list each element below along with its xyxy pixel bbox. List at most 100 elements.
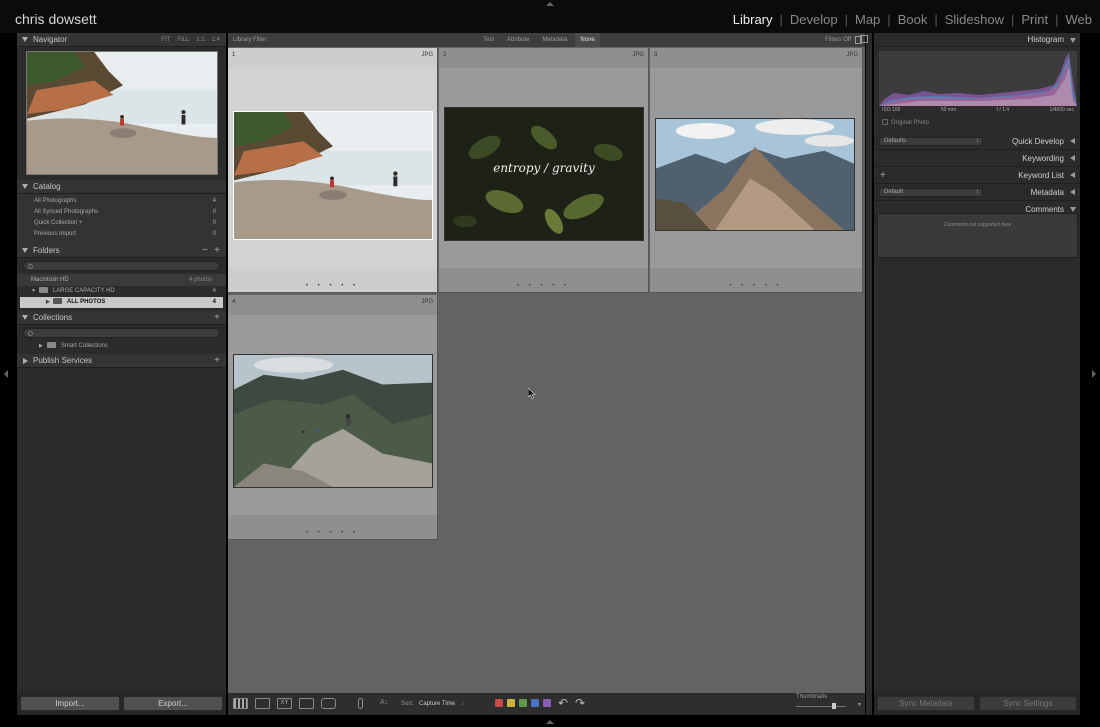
- rating-dots[interactable]: • • • • •: [228, 283, 437, 289]
- label-purple-icon[interactable]: [543, 699, 551, 707]
- collections-panel: Collections + ▶ Smart Collections: [17, 311, 226, 352]
- collections-header[interactable]: Collections +: [17, 311, 226, 325]
- sync-settings-button[interactable]: Sync Settings: [979, 696, 1077, 711]
- toolbar-menu-icon[interactable]: ▾: [858, 701, 861, 708]
- filter-status-dropdown[interactable]: Filters Off: [825, 33, 851, 47]
- loupe-view-icon[interactable]: [255, 698, 270, 709]
- quick-develop-header[interactable]: Defaults Quick Develop: [874, 133, 1080, 150]
- cell-index: 2: [443, 52, 447, 58]
- keywording-header[interactable]: Keywording: [874, 150, 1080, 167]
- quick-develop-title: Quick Develop: [1011, 137, 1064, 146]
- collapse-triangle-icon: [22, 315, 28, 320]
- module-web[interactable]: Web: [1066, 12, 1093, 27]
- grid-cell[interactable]: 2 JPG entropy / gravity • • • • •: [439, 48, 649, 293]
- folder-search-input[interactable]: [23, 261, 220, 271]
- export-button[interactable]: Export...: [123, 696, 223, 711]
- add-folder-icon[interactable]: +: [214, 244, 220, 258]
- navigator-header[interactable]: Navigator FIT FILL 1:1 1:4: [17, 33, 226, 47]
- grid-cell[interactable]: 1 JPG • • • • •: [228, 48, 438, 293]
- histogram-graph: [879, 51, 1077, 106]
- people-view-icon[interactable]: [321, 698, 336, 709]
- catalog-item[interactable]: Quick Collection + 0: [17, 218, 226, 229]
- import-button[interactable]: Import...: [20, 696, 120, 711]
- bottom-panel-toggle-icon[interactable]: [546, 720, 554, 724]
- panel-lock-icon[interactable]: [860, 35, 868, 43]
- module-develop[interactable]: Develop: [790, 12, 838, 27]
- right-panel-toggle-icon[interactable]: [1092, 370, 1096, 378]
- keyword-list-header[interactable]: + Keyword List: [874, 167, 1080, 184]
- folder-item-label: LARGE CAPACITY HD: [52, 288, 115, 294]
- filter-tab-attribute[interactable]: Attribute: [502, 33, 534, 47]
- grid-view-icon[interactable]: [233, 698, 248, 709]
- remove-folder-icon[interactable]: −: [202, 244, 208, 258]
- spray-can-icon[interactable]: [358, 698, 363, 709]
- thumbnail-leaves[interactable]: entropy / gravity: [444, 107, 644, 241]
- add-collection-icon[interactable]: +: [214, 311, 220, 325]
- thumbnail-hikers[interactable]: [233, 354, 433, 488]
- zoom-1-4[interactable]: 1:4: [212, 33, 220, 47]
- catalog-item[interactable]: Previous Import 0: [17, 229, 226, 240]
- add-keyword-icon[interactable]: +: [880, 167, 886, 184]
- grid-cell[interactable]: 4 JPG • • • • •: [228, 295, 438, 540]
- metadata-header[interactable]: Default Metadata: [874, 184, 1080, 201]
- expand-triangle-icon: ▶: [39, 343, 43, 349]
- folder-item-count: 4: [212, 299, 216, 305]
- module-slideshow[interactable]: Slideshow: [945, 12, 1004, 27]
- right-panel-splitter[interactable]: [866, 33, 872, 715]
- folder-item-selected[interactable]: ▶ ALL PHOTOS 4: [20, 297, 223, 308]
- module-book[interactable]: Book: [898, 12, 928, 27]
- catalog-item[interactable]: All Photographs 4: [17, 196, 226, 207]
- folder-item[interactable]: ▼ LARGE CAPACITY HD 4: [17, 286, 226, 297]
- label-green-icon[interactable]: [519, 699, 527, 707]
- module-separator: |: [887, 12, 891, 27]
- zoom-fill[interactable]: FILL: [177, 33, 189, 47]
- grid-cell[interactable]: 3 JPG • • • • •: [650, 48, 863, 293]
- folders-header[interactable]: Folders − +: [17, 244, 226, 258]
- thumbnail-beach[interactable]: [233, 111, 433, 240]
- compare-view-icon[interactable]: XY: [277, 698, 292, 709]
- module-library[interactable]: Library: [733, 12, 773, 27]
- original-photo-toggle[interactable]: Original Photo: [882, 119, 929, 126]
- collection-item-label: Smart Collections: [60, 343, 108, 349]
- navigator-preview[interactable]: [26, 51, 218, 175]
- volume-row[interactable]: Macintosh HD 4 photos: [17, 274, 226, 286]
- comments-box[interactable]: Comments not supported here: [877, 213, 1078, 258]
- module-map[interactable]: Map: [855, 12, 880, 27]
- catalog-header[interactable]: Catalog: [17, 180, 226, 194]
- module-print[interactable]: Print: [1021, 12, 1048, 27]
- collection-item[interactable]: ▶ Smart Collections: [17, 341, 226, 352]
- zoom-fit[interactable]: FIT: [161, 33, 170, 47]
- publish-header[interactable]: Publish Services +: [17, 354, 226, 368]
- rotate-right-icon[interactable]: ↷: [575, 696, 585, 710]
- histogram-header[interactable]: Histogram: [874, 33, 1080, 47]
- catalog-item[interactable]: All Synced Photographs 0: [17, 207, 226, 218]
- left-panel-toggle-icon[interactable]: [4, 370, 8, 378]
- top-panel-toggle-icon[interactable]: [546, 2, 554, 6]
- filter-tab-none[interactable]: None: [575, 33, 600, 47]
- sync-metadata-button[interactable]: Sync Metadata: [877, 696, 975, 711]
- survey-view-icon[interactable]: [299, 698, 314, 709]
- rating-dots[interactable]: • • • • •: [650, 283, 862, 289]
- metadata-preset-dropdown[interactable]: Default: [879, 188, 983, 197]
- sort-dropdown[interactable]: Capture Time: [419, 701, 455, 707]
- zoom-1-1[interactable]: 1:1: [196, 33, 204, 47]
- label-red-icon[interactable]: [495, 699, 503, 707]
- sort-dropdown-arrow-icon[interactable]: ↕: [461, 701, 464, 707]
- thumbnail-mountain[interactable]: [655, 118, 855, 231]
- add-publish-service-icon[interactable]: +: [214, 354, 220, 368]
- sort-direction-icon[interactable]: A↕: [380, 699, 388, 706]
- rotate-left-icon[interactable]: ↶: [558, 696, 568, 710]
- filter-tab-text[interactable]: Text: [478, 33, 499, 47]
- saved-preset-dropdown[interactable]: Defaults: [879, 137, 983, 146]
- module-separator: |: [934, 12, 938, 27]
- exif-focal-length: 50 mm: [940, 107, 957, 113]
- label-blue-icon[interactable]: [531, 699, 539, 707]
- filter-tab-metadata[interactable]: Metadata: [537, 33, 572, 47]
- collection-search-input[interactable]: [23, 328, 220, 338]
- thumbnail-size-handle[interactable]: [832, 703, 836, 709]
- rating-dots[interactable]: • • • • •: [439, 283, 648, 289]
- catalog-item-count: 0: [212, 231, 216, 237]
- rating-dots[interactable]: • • • • •: [228, 530, 437, 536]
- thumbnail-size-slider[interactable]: [796, 706, 846, 707]
- label-yellow-icon[interactable]: [507, 699, 515, 707]
